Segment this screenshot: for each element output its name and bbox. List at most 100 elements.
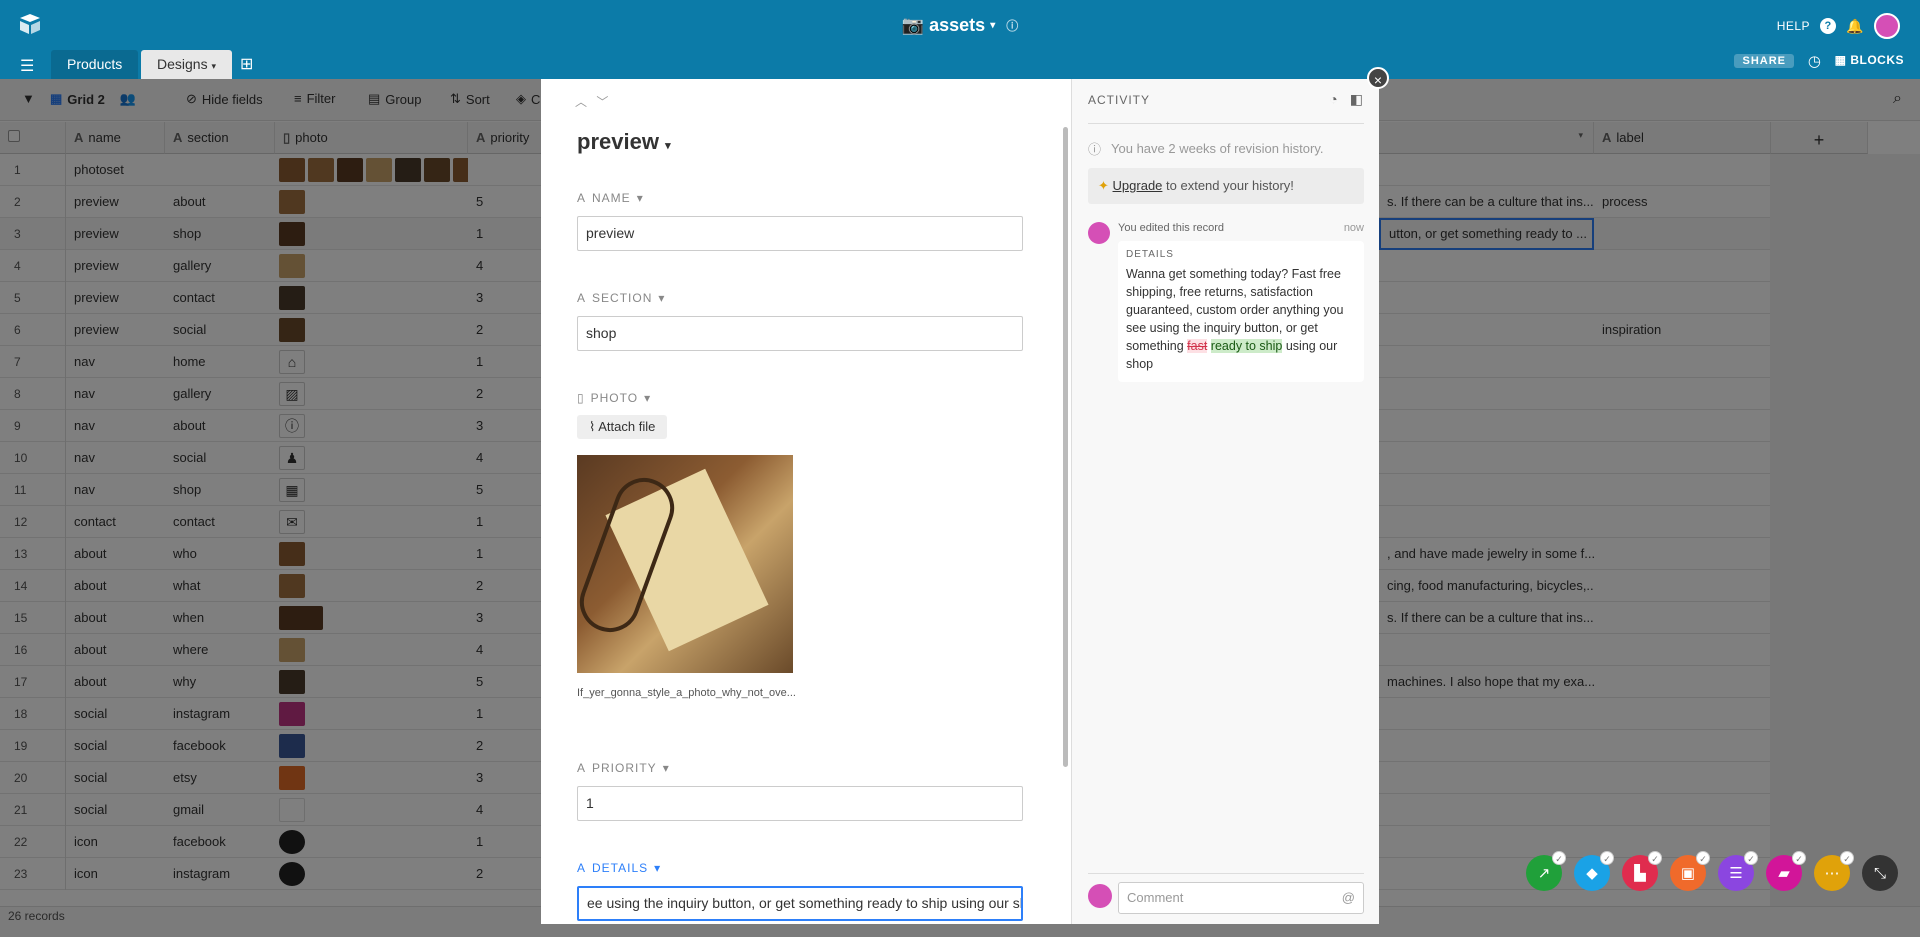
menu-icon[interactable]: ☰ xyxy=(20,56,34,76)
text-field-icon: A xyxy=(577,191,587,205)
check-icon: ✓ xyxy=(1600,851,1614,865)
chevron-down-icon: ▾ xyxy=(662,761,670,775)
comment-input[interactable]: Comment @ xyxy=(1118,882,1364,914)
diagram-block-button[interactable]: ◆ ✓ xyxy=(1574,851,1614,891)
top-bar: 📷 assets ▾ ⓘ HELP ? 🔔 ☰ Products Designs… xyxy=(0,0,1920,79)
edit-time: now xyxy=(1343,222,1364,234)
inserted-text: ready to ship xyxy=(1210,339,1283,353)
upgrade-link[interactable]: Upgrade xyxy=(1113,178,1163,193)
field-label-text: SECTION xyxy=(592,291,653,305)
info-icon: ⓘ xyxy=(1088,142,1102,157)
tab-designs[interactable]: Designs ▾ xyxy=(141,50,233,79)
apps-block-button[interactable]: ▙ ✓ xyxy=(1622,851,1662,891)
chevron-up-icon[interactable]: ︿ xyxy=(575,95,587,109)
chart-block-button[interactable]: ↗ ✓ xyxy=(1526,851,1566,891)
photo-filename: If_yer_gonna_style_a_photo_why_not_ove..… xyxy=(577,687,796,699)
chevron-down-icon[interactable]: ﹀ xyxy=(596,95,608,109)
activity-title: ACTIVITY xyxy=(1088,93,1151,107)
blocks-icon: ▦ xyxy=(1834,53,1847,67)
base-name: assets xyxy=(929,14,986,35)
text-field-icon: A xyxy=(577,761,587,775)
check-icon: ✓ xyxy=(1696,851,1710,865)
image-block-button[interactable]: ▣ ✓ xyxy=(1670,851,1710,891)
text-field-icon: A xyxy=(577,861,587,875)
name-field[interactable]: preview xyxy=(577,216,1023,251)
base-title[interactable]: 📷 assets ▾ ⓘ xyxy=(0,14,1920,36)
record-fields-pane: ︿ ﹀ preview ▾ A NAME ▾ preview A SECTION ▾ s… xyxy=(541,79,1071,924)
sparkle-icon: ✦ xyxy=(1098,178,1109,193)
fields-scrollbar[interactable] xyxy=(1063,127,1068,767)
minimize-block-button[interactable]: ⤡ xyxy=(1862,855,1898,891)
chevron-down-icon: ▾ xyxy=(644,391,652,405)
check-icon: ✓ xyxy=(1744,851,1758,865)
edit-card: DETAILS Wanna get something today? Fast … xyxy=(1118,241,1364,382)
bell-icon[interactable]: 🔔 xyxy=(1846,18,1864,35)
tab-products[interactable]: Products xyxy=(51,50,139,79)
check-icon: ✓ xyxy=(1792,851,1806,865)
help-label[interactable]: HELP xyxy=(1777,19,1810,33)
table-tabs: ☰ Products Designs ▾ ⊞ SHARE ◷ ▦ BLOCKS xyxy=(0,48,1920,79)
info-icon[interactable]: ⓘ xyxy=(1006,19,1018,33)
check-icon: ✓ xyxy=(1648,851,1662,865)
chevron-down-icon: ▾ xyxy=(636,191,644,205)
history-icon[interactable]: ◷ xyxy=(1808,52,1821,70)
section-field[interactable]: shop xyxy=(577,316,1023,351)
field-label-priority[interactable]: A PRIORITY ▾ xyxy=(577,761,670,775)
record-nav: ︿ ﹀ xyxy=(575,93,608,110)
edit-header: You edited this record now xyxy=(1088,222,1364,234)
upgrade-banner: ✦ Upgrade to extend your history! xyxy=(1088,168,1364,204)
activity-pane: ACTIVITY ◔ ◧ ⓘ You have 2 weeks of revisi… xyxy=(1071,79,1379,924)
expanded-record-dialog: ︿ ﹀ preview ▾ A NAME ▾ preview A SECTION ▾ s… xyxy=(541,79,1379,924)
close-icon[interactable]: × xyxy=(1367,67,1389,89)
check-icon: ✓ xyxy=(1840,851,1854,865)
field-label-details[interactable]: A DETAILS ▾ xyxy=(577,861,661,875)
revision-info: ⓘ You have 2 weeks of revision history. xyxy=(1088,139,1323,158)
chat-block-button[interactable]: ▰ ✓ xyxy=(1766,851,1806,891)
user-avatar[interactable] xyxy=(1874,13,1900,39)
chevron-down-icon: ▾ xyxy=(654,861,662,875)
blocks-buttons: ↗ ✓ ◆ ✓ ▙ ✓ ▣ ✓ ☰ ✓ ▰ ✓ ⋯ ✓ ⤡ xyxy=(1526,851,1898,891)
paperclip-icon: ⌇ xyxy=(589,419,596,434)
commenter-avatar xyxy=(1088,884,1112,908)
mention-icon[interactable]: @ xyxy=(1342,883,1355,913)
add-table-icon[interactable]: ⊞ xyxy=(240,54,253,74)
details-field[interactable]: ee using the inquiry button, or get some… xyxy=(577,886,1023,921)
field-label-text: DETAILS xyxy=(592,861,649,875)
attach-file-button[interactable]: ⌇ Attach file xyxy=(577,415,668,439)
attach-file-label: Attach file xyxy=(598,419,656,434)
field-label-name[interactable]: A NAME ▾ xyxy=(577,191,644,205)
tab-label: Designs xyxy=(157,56,208,72)
photo-attachment-thumbnail[interactable] xyxy=(571,455,793,673)
field-label-text: PRIORITY xyxy=(592,761,657,775)
edit-field-name: DETAILS xyxy=(1126,249,1174,260)
divider xyxy=(1088,123,1364,124)
collapse-panel-icon[interactable]: ◧ xyxy=(1350,91,1363,108)
record-title[interactable]: preview ▾ xyxy=(577,129,671,155)
revision-info-text: You have 2 weeks of revision history. xyxy=(1111,141,1324,156)
upgrade-text: to extend your history! xyxy=(1162,178,1294,193)
more-block-button[interactable]: ⋯ ✓ xyxy=(1814,851,1854,891)
attachment-field-icon: ▯ xyxy=(577,391,585,405)
help-icon[interactable]: ? xyxy=(1820,18,1837,34)
blocks-button[interactable]: ▦ BLOCKS xyxy=(1835,53,1904,67)
check-icon: ✓ xyxy=(1552,851,1566,865)
chevron-down-icon: ▾ xyxy=(990,19,996,31)
chevron-down-icon[interactable]: ▾ xyxy=(665,140,671,152)
deleted-text: fast xyxy=(1187,339,1208,353)
edit-author: You edited this record xyxy=(1118,222,1224,234)
field-label-photo[interactable]: ▯ PHOTO ▾ xyxy=(577,391,651,405)
chevron-down-icon: ▾ xyxy=(658,291,666,305)
list-block-button[interactable]: ☰ ✓ xyxy=(1718,851,1758,891)
divider xyxy=(1088,873,1364,874)
field-label-section[interactable]: A SECTION ▾ xyxy=(577,291,665,305)
tab-label: Products xyxy=(67,56,123,72)
rss-icon[interactable]: ◔ xyxy=(1329,91,1337,108)
comment-placeholder: Comment xyxy=(1127,890,1184,905)
text-field-icon: A xyxy=(577,291,587,305)
field-label-text: PHOTO xyxy=(590,391,639,405)
chevron-down-icon[interactable]: ▾ xyxy=(211,61,216,71)
priority-field[interactable]: 1 xyxy=(577,786,1023,821)
blocks-label: BLOCKS xyxy=(1850,53,1904,67)
field-label-text: NAME xyxy=(592,191,631,205)
share-button[interactable]: SHARE xyxy=(1734,54,1794,68)
